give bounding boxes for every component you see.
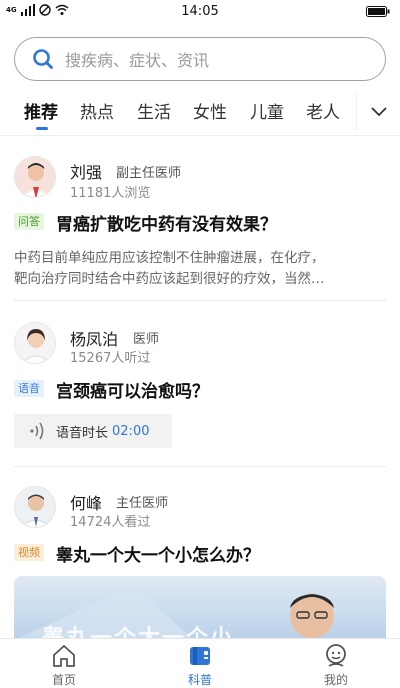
view-count: 11181人浏览: [70, 186, 151, 201]
status-bar: 4G 14:05: [0, 0, 400, 24]
more-tabs-button[interactable]: [356, 94, 400, 130]
tab-children[interactable]: 儿童: [250, 98, 284, 123]
status-time: 14:05: [181, 4, 219, 19]
tab-women[interactable]: 女性: [193, 98, 227, 123]
nav-science[interactable]: 科普: [160, 643, 240, 688]
type-badge-voice: 语音: [14, 380, 44, 397]
doctor-portrait-icon: [15, 323, 55, 363]
excerpt-line: 靶向治疗同时结合中药应该起到很好的疗效，当然…: [14, 271, 325, 287]
nav-home[interactable]: 首页: [24, 643, 104, 688]
nav-label: 首页: [51, 673, 76, 687]
article-excerpt: 中药目前单纯应用应该控制不住肿瘤进展，在化疗， 靶向治疗同时结合中药应该起到很好…: [14, 248, 386, 290]
nav-profile[interactable]: 我的: [296, 643, 376, 688]
doctor-title: 医师: [133, 332, 160, 347]
voice-player[interactable]: 语音时长 02:00: [14, 414, 172, 448]
avatar[interactable]: [14, 156, 56, 198]
divider: [14, 300, 386, 301]
divider: [14, 466, 386, 467]
avatar[interactable]: [14, 486, 56, 528]
article-title[interactable]: 宫颈癌可以治愈吗？: [56, 377, 209, 402]
home-icon: [53, 645, 75, 667]
voice-duration-label: 语音时长: [56, 425, 109, 441]
active-tab-indicator: [36, 127, 48, 130]
bottom-nav: 首页 科普 我的: [0, 638, 400, 688]
nav-label: 我的: [323, 673, 348, 687]
search-bar[interactable]: 搜疾病、症状、资讯: [14, 37, 386, 81]
doctor-portrait-icon: [15, 487, 55, 527]
profile-icon: [326, 644, 346, 667]
battery-icon: [366, 6, 390, 17]
divider: [0, 135, 400, 136]
nav-label: 科普: [187, 673, 212, 687]
type-badge-qa: 问答: [14, 213, 44, 230]
view-count: 14724人看过: [70, 515, 151, 530]
tab-recommend[interactable]: 推荐: [24, 98, 58, 123]
chevron-down-icon: [370, 107, 387, 117]
avatar[interactable]: [14, 322, 56, 364]
tab-hot[interactable]: 热点: [80, 98, 114, 123]
video-caption: 睾丸一个大一个小: [42, 626, 235, 640]
doctor-title: 副主任医师: [116, 166, 182, 181]
search-placeholder: 搜疾病、症状、资讯: [65, 51, 210, 70]
excerpt-line: 中药目前单纯应用应该控制不住肿瘤进展，在化疗，: [14, 250, 325, 266]
tab-elderly[interactable]: 老人: [306, 98, 340, 123]
audio-wave-icon: [30, 422, 44, 440]
type-badge-video: 视频: [14, 544, 44, 561]
category-tabs: 推荐 热点 生活 女性 儿童 老人: [0, 94, 400, 134]
doctor-portrait-icon: [15, 157, 55, 197]
book-icon: [190, 647, 210, 665]
doctor-name: 刘强: [70, 163, 103, 182]
doctor-title: 主任医师: [116, 496, 169, 511]
article-title[interactable]: 胃癌扩散吃中药有没有效果？: [56, 210, 277, 235]
search-icon: [33, 49, 53, 69]
article-title[interactable]: 睾丸一个大一个小怎么办？: [56, 541, 260, 566]
voice-duration-value: 02:00: [112, 423, 150, 439]
tab-life[interactable]: 生活: [137, 98, 171, 123]
video-thumbnail[interactable]: 睾丸一个大一个小: [14, 576, 386, 640]
listen-count: 15267人听过: [70, 351, 151, 366]
